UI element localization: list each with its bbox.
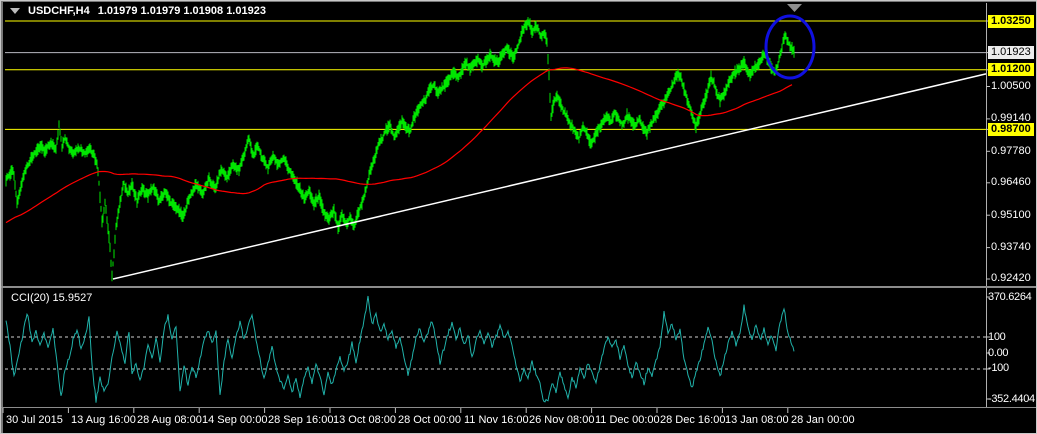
time-axis-label: 11 Dec 00:00 [595, 414, 660, 426]
candlesticks [5, 17, 795, 282]
time-axis-label: 28 Jan 00:00 [791, 414, 855, 426]
price-levels-group [5, 20, 986, 130]
time-axis-label: 13 Oct 08:00 [333, 414, 396, 426]
time-axis-label: 28 Dec 16:00 [660, 414, 726, 426]
panel-separator[interactable] [1, 286, 1037, 288]
price-axis-label: 0.95100 [991, 209, 1031, 221]
cci-axis-label: -100 [988, 362, 1009, 374]
price-axis-label: 0.93740 [991, 241, 1031, 253]
moving-average-line[interactable] [5, 67, 793, 224]
moving-average-group [5, 67, 793, 224]
chart-window: USDCHF,H4 1.01979 1.01979 1.01908 1.0192… [0, 0, 1037, 434]
arrow-down-marker[interactable] [787, 4, 802, 12]
symbol-timeframe-label: USDCHF,H4 [28, 5, 90, 17]
drawing-objects-group [112, 4, 987, 280]
cci-axis-label: 0.00 [988, 347, 1009, 359]
price-level-label: 1.01200 [988, 63, 1034, 76]
price-axis-label: 0.96460 [991, 176, 1031, 188]
axes-frame-group [1, 3, 1037, 413]
cci-line [5, 295, 795, 403]
cci-axis-label: 100 [988, 331, 1006, 343]
indicator-label: CCI(20) 15.9527 [11, 292, 93, 304]
time-axis-label: 13 Aug 16:00 [71, 414, 136, 426]
price-axis-label: 0.92420 [991, 272, 1031, 284]
time-axis-label: 28 Aug 08:00 [137, 414, 202, 426]
price-level-label: 0.98700 [988, 123, 1034, 136]
cci-indicator-group [5, 295, 986, 403]
time-axis-label: 26 Nov 08:00 [529, 414, 595, 426]
time-axis-label: 14 Sep 00:00 [202, 414, 268, 426]
price-axis-label: 0.97780 [991, 145, 1031, 157]
chart-plot-area[interactable] [1, 1, 1037, 434]
ohlc-quotes-label: 1.01979 1.01979 1.01908 1.01923 [97, 5, 266, 17]
time-axis-label: 13 Jan 08:00 [725, 414, 789, 426]
time-axis-label: 30 Jul 2015 [6, 414, 63, 426]
cci-axis-label: 370.6264 [988, 291, 1032, 303]
price-level-label: 1.03250 [988, 15, 1034, 28]
time-axis-label: 11 Nov 16:00 [464, 414, 529, 426]
trendline-object[interactable] [112, 73, 987, 280]
cci-axis-label: -352.4404 [988, 393, 1035, 405]
time-axis-label: 28 Sep 16:00 [268, 414, 334, 426]
chart-title-bar: USDCHF,H4 1.01979 1.01979 1.01908 1.0192… [10, 5, 266, 17]
time-axis-label: 28 Oct 00:00 [398, 414, 461, 426]
symbol-dropdown-icon[interactable] [10, 8, 20, 14]
current-price-label: 1.01923 [988, 46, 1034, 59]
price-axis-label: 1.00500 [991, 80, 1031, 92]
candles-group [5, 17, 795, 282]
